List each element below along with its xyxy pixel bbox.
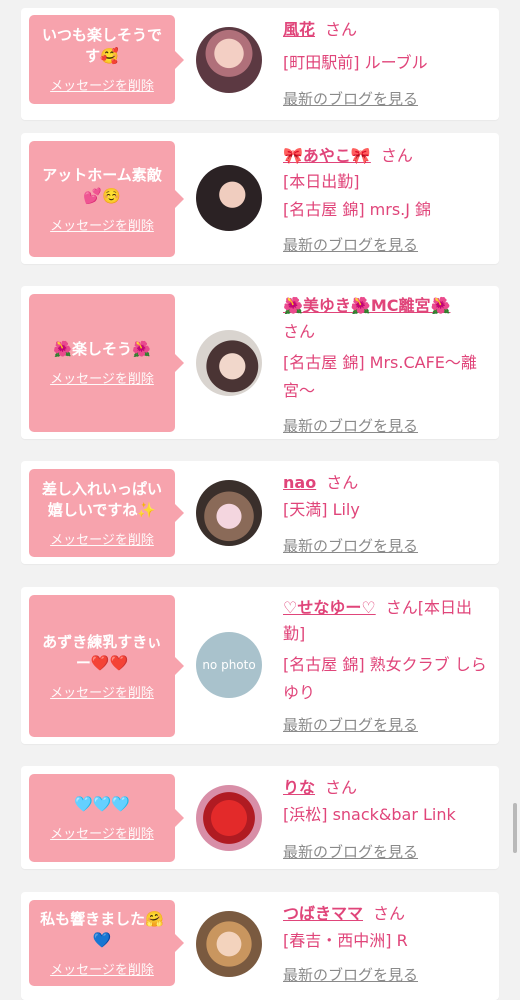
message-card: 差し入れいっぱい嬉しいですね✨ メッセージを削除 nao さん [天満] Lily…	[21, 461, 499, 564]
message-card: 🩵🩵🩵 メッセージを削除 りな さん [浜松] snack&bar Link 最新…	[21, 766, 499, 869]
profile-info: ♡せなゆー♡ さん[本日出勤] [名古屋 錦] 熟女クラブ しらゆり 最新のブログ…	[283, 595, 491, 740]
avatar[interactable]	[196, 165, 262, 231]
cast-name-link[interactable]: ♡せなゆー♡	[283, 598, 376, 617]
profile-info: 🌺美ゆき🌺MC離宮🌺 さん [名古屋 錦] Mrs.CAFE〜離宮〜 最新のブログ…	[283, 293, 491, 435]
honorific: さん	[283, 322, 316, 341]
profile-info: つばきママ さん [春吉・西中洲] R 最新のブログを見る	[283, 900, 491, 998]
message-card: 🌺楽しそう🌺 メッセージを削除 🌺美ゆき🌺MC離宮🌺 さん [名古屋 錦] Mrs…	[21, 286, 499, 439]
shop-info: [名古屋 錦] Mrs.CAFE〜離宮〜	[283, 353, 477, 400]
message-text: 差し入れいっぱい嬉しいですね✨	[41, 479, 162, 519]
profile-info: 🎀あやこ🎀 さん [本日出勤] [名古屋 錦] mrs.J 錦 最新のブログを見る	[283, 142, 491, 262]
message-text: 私も響きました🤗💙	[40, 909, 164, 949]
profile-info: 風花 さん [町田駅前] ルーブル 最新のブログを見る	[283, 16, 491, 116]
message-text: あずき練乳すきぃー❤️❤️	[42, 632, 162, 672]
message-text: 🩵🩵🩵	[73, 795, 131, 813]
shop-info: [浜松] snack&bar Link	[283, 805, 456, 824]
latest-blog-link[interactable]: 最新のブログを見る	[283, 964, 418, 985]
avatar[interactable]: no photo	[196, 632, 262, 698]
latest-blog-link[interactable]: 最新のブログを見る	[283, 535, 418, 556]
avatar[interactable]	[196, 330, 262, 396]
shop-info: [町田駅前] ルーブル	[283, 53, 428, 72]
message-card: いつも楽しそうです🥰 メッセージを削除 風花 さん [町田駅前] ルーブル 最新の…	[21, 8, 499, 120]
message-text: アットホーム素敵💕☺️	[42, 165, 162, 205]
message-bubble: あずき練乳すきぃー❤️❤️ メッセージを削除	[29, 595, 184, 737]
profile-info: nao さん [天満] Lily 最新のブログを見る	[283, 469, 491, 564]
scrollbar[interactable]	[513, 803, 517, 853]
message-bubble: アットホーム素敵💕☺️ メッセージを削除	[29, 141, 184, 257]
shop-info: [春吉・西中洲] R	[283, 931, 408, 950]
profile-info: りな さん [浜松] snack&bar Link 最新のブログを見る	[283, 774, 491, 869]
honorific: さん	[325, 778, 358, 797]
avatar[interactable]	[196, 27, 262, 93]
message-bubble: 🩵🩵🩵 メッセージを削除	[29, 774, 184, 862]
latest-blog-link[interactable]: 最新のブログを見る	[283, 714, 418, 735]
avatar[interactable]	[196, 480, 262, 546]
message-card: アットホーム素敵💕☺️ メッセージを削除 🎀あやこ🎀 さん [本日出勤] [名古屋…	[21, 133, 499, 264]
avatar[interactable]	[196, 911, 262, 977]
delete-message-link[interactable]: メッセージを削除	[50, 368, 154, 387]
avatar[interactable]	[196, 785, 262, 851]
delete-message-link[interactable]: メッセージを削除	[50, 529, 154, 548]
message-text: 🌺楽しそう🌺	[53, 340, 151, 358]
honorific: さん	[326, 473, 359, 492]
shop-info: [天満] Lily	[283, 500, 360, 519]
cast-name-link[interactable]: 風花	[283, 20, 315, 39]
message-card: 私も響きました🤗💙 メッセージを削除 つばきママ さん [春吉・西中洲] R 最新…	[21, 892, 499, 1000]
cast-name-link[interactable]: りな	[283, 778, 315, 797]
cast-name-link[interactable]: nao	[283, 473, 316, 492]
delete-message-link[interactable]: メッセージを削除	[50, 959, 154, 978]
cast-name-link[interactable]: 🌺美ゆき🌺MC離宮🌺	[283, 296, 450, 315]
shop-info: [名古屋 錦] mrs.J 錦	[283, 200, 432, 219]
cast-name-link[interactable]: 🎀あやこ🎀	[283, 146, 371, 165]
status-text: [本日出勤]	[283, 172, 360, 191]
message-bubble: 差し入れいっぱい嬉しいですね✨ メッセージを削除	[29, 469, 184, 557]
message-card: あずき練乳すきぃー❤️❤️ メッセージを削除 no photo ♡せなゆー♡ さん…	[21, 587, 499, 744]
delete-message-link[interactable]: メッセージを削除	[50, 823, 154, 842]
latest-blog-link[interactable]: 最新のブログを見る	[283, 88, 418, 109]
message-text: いつも楽しそうです🥰	[41, 26, 162, 65]
delete-message-link[interactable]: メッセージを削除	[50, 75, 154, 94]
shop-info: [名古屋 錦] 熟女クラブ しらゆり	[283, 655, 487, 702]
honorific: さん	[373, 904, 406, 923]
honorific: さん	[380, 146, 413, 165]
delete-message-link[interactable]: メッセージを削除	[50, 682, 154, 701]
cast-name-link[interactable]: つばきママ	[283, 904, 363, 923]
latest-blog-link[interactable]: 最新のブログを見る	[283, 234, 418, 255]
no-photo-text: no photo	[202, 658, 256, 672]
honorific: さん	[325, 20, 358, 39]
delete-message-link[interactable]: メッセージを削除	[50, 215, 154, 234]
latest-blog-link[interactable]: 最新のブログを見る	[283, 415, 418, 436]
message-bubble: 🌺楽しそう🌺 メッセージを削除	[29, 294, 184, 432]
honorific: さん	[385, 598, 418, 617]
message-bubble: いつも楽しそうです🥰 メッセージを削除	[29, 15, 184, 104]
message-bubble: 私も響きました🤗💙 メッセージを削除	[29, 900, 184, 986]
latest-blog-link[interactable]: 最新のブログを見る	[283, 841, 418, 862]
